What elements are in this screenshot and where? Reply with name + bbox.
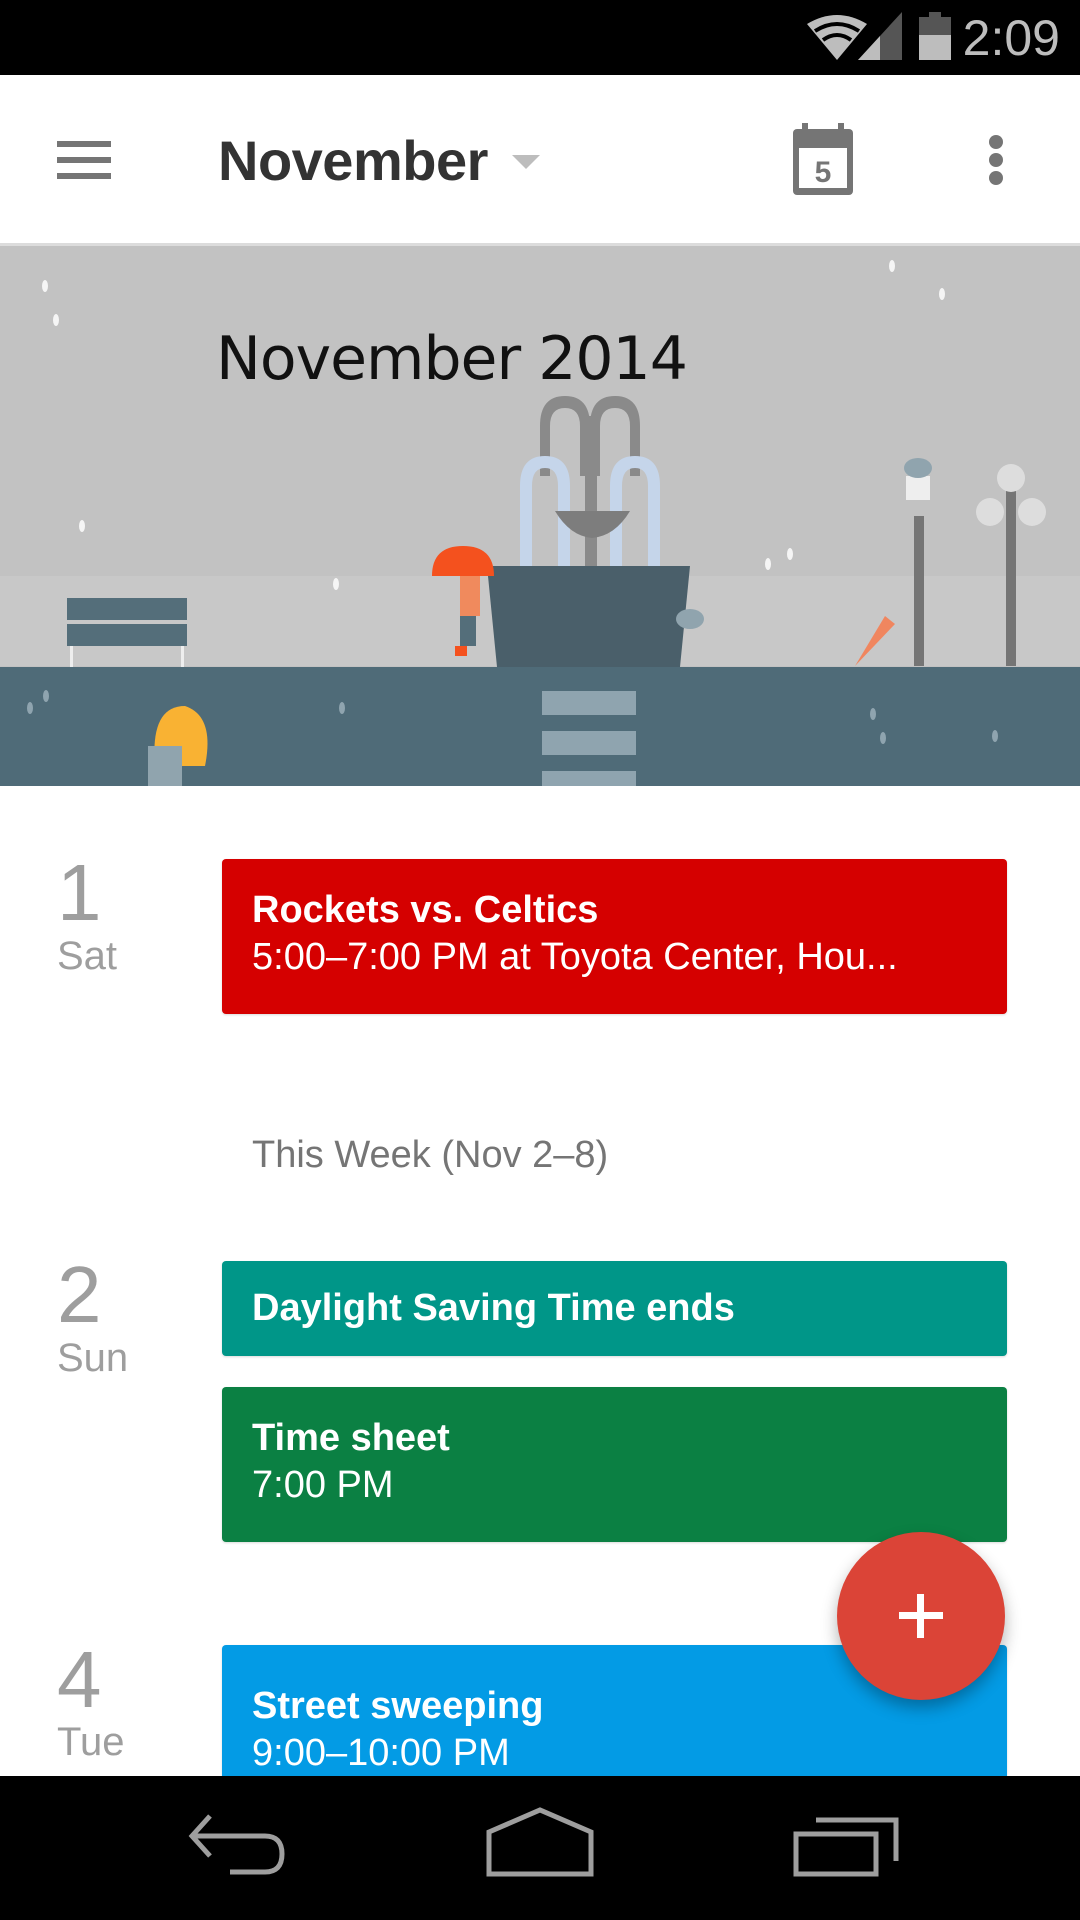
- event-title: Daylight Saving Time ends: [252, 1287, 735, 1329]
- month-selector[interactable]: November: [218, 115, 540, 205]
- hamburger-menu-icon[interactable]: [40, 125, 128, 195]
- event-title: Time sheet: [252, 1417, 450, 1459]
- dropdown-arrow-icon: [511, 155, 540, 169]
- day-name: Sun: [57, 1336, 129, 1380]
- day-name: Sat: [57, 934, 118, 978]
- back-button[interactable]: [170, 1806, 310, 1896]
- toolbar: November 5: [0, 75, 1080, 243]
- home-button[interactable]: [470, 1806, 610, 1896]
- toolbar-title: November: [218, 128, 488, 192]
- recents-icon: [793, 1817, 899, 1877]
- banner-title: November 2014: [216, 324, 688, 394]
- calendar-today-icon: 5: [793, 123, 853, 195]
- home-icon: [486, 1807, 594, 1877]
- event-subtitle: 5:00–7:00 PM at Toyota Center, Hou...: [252, 936, 898, 978]
- plus-icon-vertical: [917, 1594, 924, 1638]
- today-day-number: 5: [815, 156, 832, 189]
- recents-button[interactable]: [780, 1806, 920, 1896]
- cell-signal-icon: [858, 12, 902, 60]
- back-icon: [188, 1814, 285, 1875]
- more-vert-icon[interactable]: [972, 125, 1022, 195]
- clock: 2:09: [962, 10, 1060, 66]
- add-event-button[interactable]: [837, 1532, 1005, 1700]
- event-title: Rockets vs. Celtics: [252, 889, 599, 931]
- status-bar: 2:09: [0, 0, 1080, 75]
- event-card[interactable]: Rockets vs. Celtics 5:00–7:00 PM at Toyo…: [222, 859, 1007, 1014]
- day-number: 1: [57, 848, 102, 937]
- day-number: 4: [57, 1635, 102, 1724]
- navigation-bar: [0, 1776, 1080, 1920]
- event-card[interactable]: Daylight Saving Time ends: [222, 1261, 1007, 1356]
- event-subtitle: 7:00 PM: [252, 1464, 394, 1506]
- today-button[interactable]: 5: [788, 120, 868, 200]
- day-number: 2: [57, 1250, 102, 1339]
- event-card[interactable]: Time sheet 7:00 PM: [222, 1387, 1007, 1542]
- day-name: Tue: [57, 1720, 125, 1764]
- week-header: This Week (Nov 2–8): [252, 1134, 609, 1176]
- month-banner: November 2014: [0, 246, 1080, 786]
- event-subtitle: 9:00–10:00 PM: [252, 1732, 510, 1774]
- battery-icon: [919, 12, 951, 60]
